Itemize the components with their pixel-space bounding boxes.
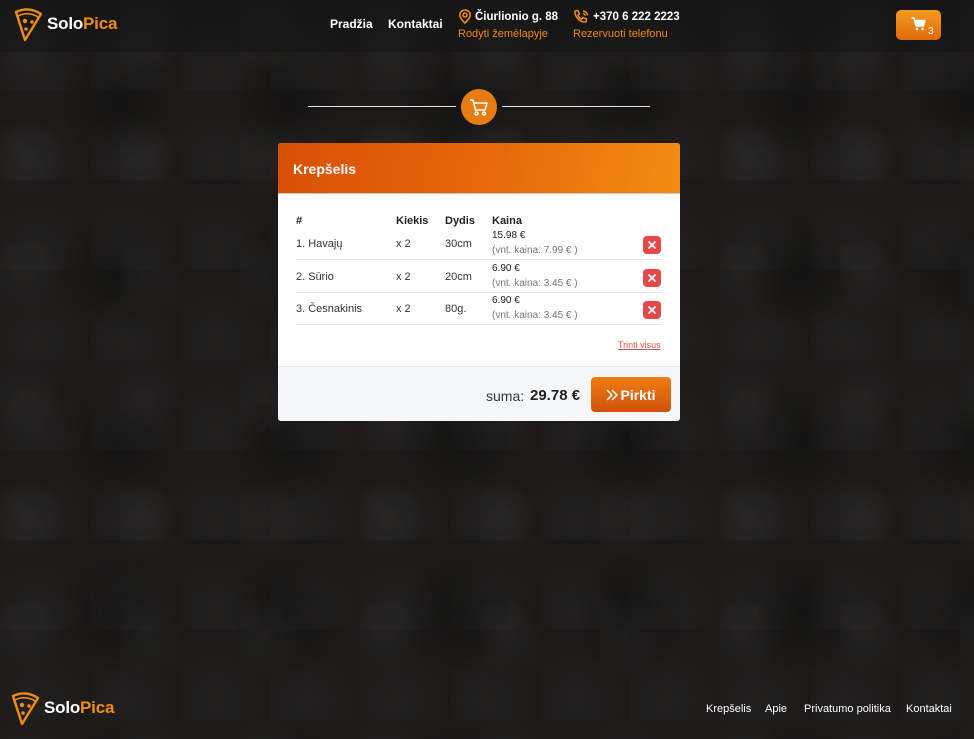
sum-value: 29.78 € [530,387,581,404]
remove-item-button[interactable] [643,236,661,254]
close-icon [648,274,656,282]
item-name: 2. Sūrio [296,271,334,283]
address-text: Čiurlionio g. 88 [475,10,559,23]
item-price: 6.90 € [492,263,520,274]
cart-icon [911,17,926,31]
cart-count-badge: 3 [928,26,934,37]
cart-outline-icon [470,99,488,116]
cart-table: # Kiekis Dydis Kaina 1. Havajų x 2 30cm … [278,194,680,366]
footer-link-contacts[interactable]: Kontaktai [906,703,952,715]
phone-number: +370 6 222 2223 [593,10,680,23]
nav-home-link[interactable]: Pradžia [330,17,373,31]
show-map-link[interactable]: Rodyti žemėlapyje [458,28,558,40]
item-quantity: x 2 [396,303,411,315]
double-chevron-right-icon [607,389,619,400]
close-icon [648,306,656,314]
nav-contacts-link[interactable]: Kontaktai [388,17,443,31]
item-price: 6.90 € [492,295,520,306]
item-size: 80g. [445,303,467,315]
remove-item-button[interactable] [643,301,661,319]
item-size: 20cm [445,271,472,283]
close-icon [648,241,656,249]
clear-all-link[interactable]: Trinti visus [618,340,661,350]
item-unit-price: (vnt. kaina: 3.45 € ) [492,278,578,289]
divider-left [308,106,456,107]
item-unit-price: (vnt. kaina: 7.99 € ) [492,245,578,256]
divider-right [502,106,650,107]
table-row: 2. Sūrio x 2 20cm 6.90 € (vnt. kaina: 3.… [296,261,662,293]
brand-name: SoloPica [44,698,115,717]
item-name: 1. Havajų [296,238,343,250]
footer-link-about[interactable]: Apie [765,703,787,715]
phone-block[interactable]: +370 6 222 2223 Rezervuoti telefonu [573,9,680,40]
phone-icon [574,9,589,23]
reserve-phone-link[interactable]: Rezervuoti telefonu [573,28,680,40]
footer-logo[interactable]: SoloPica [10,690,114,726]
cart-section-badge [461,89,497,125]
cart-card-header: Krepšelis [278,143,680,194]
cart-footer: suma: 29.78 € Pirkti [278,366,680,421]
table-row: 1. Havajų x 2 30cm 15.98 € (vnt. kaina: … [296,228,662,260]
pizza-logo-icon [11,692,40,726]
item-quantity: x 2 [396,238,411,250]
footer-link-cart[interactable]: Krepšelis [706,703,751,715]
col-header-quantity: Kiekis [396,215,429,227]
item-name: 3. Česnakinis [296,303,363,315]
sum-label: suma: [486,388,525,404]
brand-name: SoloPica [47,14,118,33]
header-cart-button[interactable]: 3 [896,10,941,40]
item-unit-price: (vnt. kaina: 3.45 € ) [492,310,578,321]
table-row: 3. Česnakinis x 2 80g. 6.90 € (vnt. kain… [296,293,662,325]
buy-label: Pirkti [620,386,656,403]
header: SoloPica Pradžia Kontaktai Čiurlionio g.… [0,0,974,52]
logo[interactable]: SoloPica [13,6,117,42]
cart-title: Krepšelis [293,161,357,177]
item-size: 30cm [445,238,472,250]
col-header-number: # [296,215,303,227]
item-quantity: x 2 [396,271,411,283]
remove-item-button[interactable] [643,269,661,287]
buy-button[interactable]: Pirkti [591,377,671,412]
map-pin-icon [458,9,472,24]
item-price: 15.98 € [492,230,526,241]
pizza-logo-icon [14,8,43,42]
cart-card: Krepšelis # Kiekis Dydis Kaina 1. Havajų… [278,143,680,421]
col-header-price: Kaina [492,215,522,227]
footer-link-privacy[interactable]: Privatumo politika [804,703,891,715]
col-header-size: Dydis [445,215,475,227]
address-block[interactable]: Čiurlionio g. 88 Rodyti žemėlapyje [458,9,558,40]
